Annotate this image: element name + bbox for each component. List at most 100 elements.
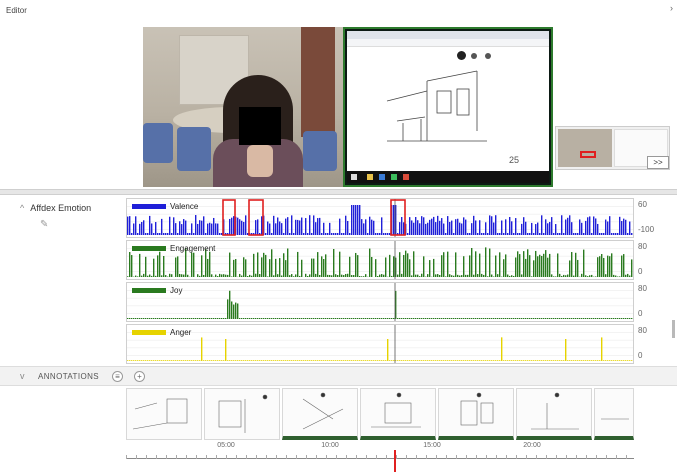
chair	[177, 127, 211, 171]
signal-bar	[551, 360, 553, 361]
signal-bar	[481, 273, 483, 277]
signal-bar	[407, 360, 409, 361]
close-icon[interactable]: ›	[670, 3, 673, 13]
signal-bar	[281, 223, 283, 235]
signal-bar	[365, 219, 367, 235]
track-valence[interactable]: Valence 60 -100	[126, 198, 674, 238]
frame-thumbnail[interactable]	[204, 388, 280, 440]
track-anger[interactable]: Anger 80 0	[126, 324, 674, 364]
signal-bar	[613, 318, 615, 319]
timeline-minor-tick	[436, 455, 437, 459]
video-player[interactable]: 25	[143, 27, 553, 187]
signal-bar	[523, 251, 525, 277]
next-button[interactable]: >>	[647, 156, 669, 169]
signal-bar	[491, 360, 493, 361]
list-icon[interactable]: ≡	[112, 371, 123, 382]
signal-bar	[247, 233, 249, 235]
frame-thumbnail[interactable]	[282, 388, 358, 440]
signal-bar	[261, 216, 263, 235]
emotion-panel-header[interactable]: ^ Affdex Emotion	[20, 203, 91, 213]
signal-bar	[443, 252, 445, 277]
track-joy[interactable]: Joy 80 0	[126, 282, 674, 322]
signal-bar	[341, 274, 343, 277]
track-engagement[interactable]: Engagement 80 0	[126, 240, 674, 280]
signal-bar	[537, 360, 539, 361]
frame-thumbnail[interactable]	[516, 388, 592, 440]
signal-bar	[409, 318, 411, 319]
signal-bar	[287, 360, 289, 361]
signal-bar	[539, 233, 541, 235]
signal-bar	[429, 260, 431, 277]
signal-bar	[327, 360, 329, 361]
signal-bar	[631, 259, 633, 277]
signal-bar	[621, 318, 623, 319]
signal-bar	[401, 318, 403, 319]
frame-thumbnail[interactable]	[126, 388, 202, 440]
signal-bar	[307, 233, 309, 235]
signal-bar	[543, 318, 545, 319]
timeline-minor-tick	[526, 455, 527, 459]
signal-bar	[477, 360, 479, 361]
signal-bar	[469, 233, 471, 235]
signal-bar	[393, 205, 395, 235]
frame-strip[interactable]	[126, 388, 634, 440]
signal-bar	[553, 360, 555, 361]
signal-bar	[517, 233, 519, 235]
signal-bar	[303, 360, 305, 361]
timeline-minor-tick	[396, 455, 397, 459]
signal-bar	[491, 274, 493, 277]
frame-thumbnail[interactable]	[360, 388, 436, 440]
frame-thumbnail[interactable]	[594, 388, 634, 440]
signal-bar	[563, 274, 565, 277]
chevron-up-icon[interactable]: ^	[20, 203, 24, 213]
signal-bar	[375, 360, 377, 361]
signal-bar	[383, 274, 385, 277]
signal-bar	[351, 275, 353, 277]
pencil-icon[interactable]: ✎	[40, 219, 48, 230]
signal-bar	[273, 275, 275, 277]
signal-bar	[375, 259, 377, 277]
signal-bar	[369, 360, 371, 361]
signal-bar	[279, 258, 281, 277]
signal-bar	[383, 360, 385, 361]
signal-bar	[603, 257, 605, 277]
signal-bar	[275, 360, 277, 361]
add-annotation-button[interactable]: +	[134, 371, 145, 382]
signal-bar	[539, 254, 541, 277]
signal-bar	[357, 205, 359, 235]
signal-bar	[307, 318, 309, 319]
signal-bar	[437, 274, 439, 277]
signal-bar	[133, 223, 135, 235]
frame-thumbnail[interactable]	[438, 388, 514, 440]
signal-bar	[341, 360, 343, 361]
signal-bar	[239, 219, 241, 235]
signal-bar	[243, 221, 245, 235]
signal-bar	[187, 233, 189, 235]
signal-bar	[517, 251, 519, 277]
signal-bar	[319, 217, 321, 235]
signal-bar	[289, 360, 291, 361]
timeline-minor-tick	[576, 455, 577, 459]
signal-bar	[525, 360, 527, 361]
signal-bar	[389, 254, 391, 277]
signal-bar	[525, 221, 527, 235]
signal-bar	[477, 233, 479, 235]
signal-bar	[193, 233, 195, 235]
signal-bar	[413, 251, 415, 277]
signal-bar	[571, 222, 573, 235]
webcam-thumbnail[interactable]	[558, 129, 612, 167]
playhead[interactable]	[394, 450, 396, 472]
signal-bar	[287, 248, 289, 277]
vertical-scrollbar[interactable]	[672, 320, 675, 338]
signal-bar	[415, 360, 417, 361]
signal-bar	[509, 360, 511, 361]
signal-bar	[313, 215, 315, 235]
signal-bar	[589, 318, 591, 319]
signal-bar	[487, 233, 489, 235]
panel-splitter[interactable]	[0, 189, 677, 195]
chevron-down-icon[interactable]: v	[20, 371, 25, 381]
timeline[interactable]: 05:00 10:00 15:00 20:00	[126, 442, 634, 472]
signal-bar	[583, 233, 585, 235]
signal-bar	[481, 318, 483, 319]
signal-bar	[591, 274, 593, 277]
